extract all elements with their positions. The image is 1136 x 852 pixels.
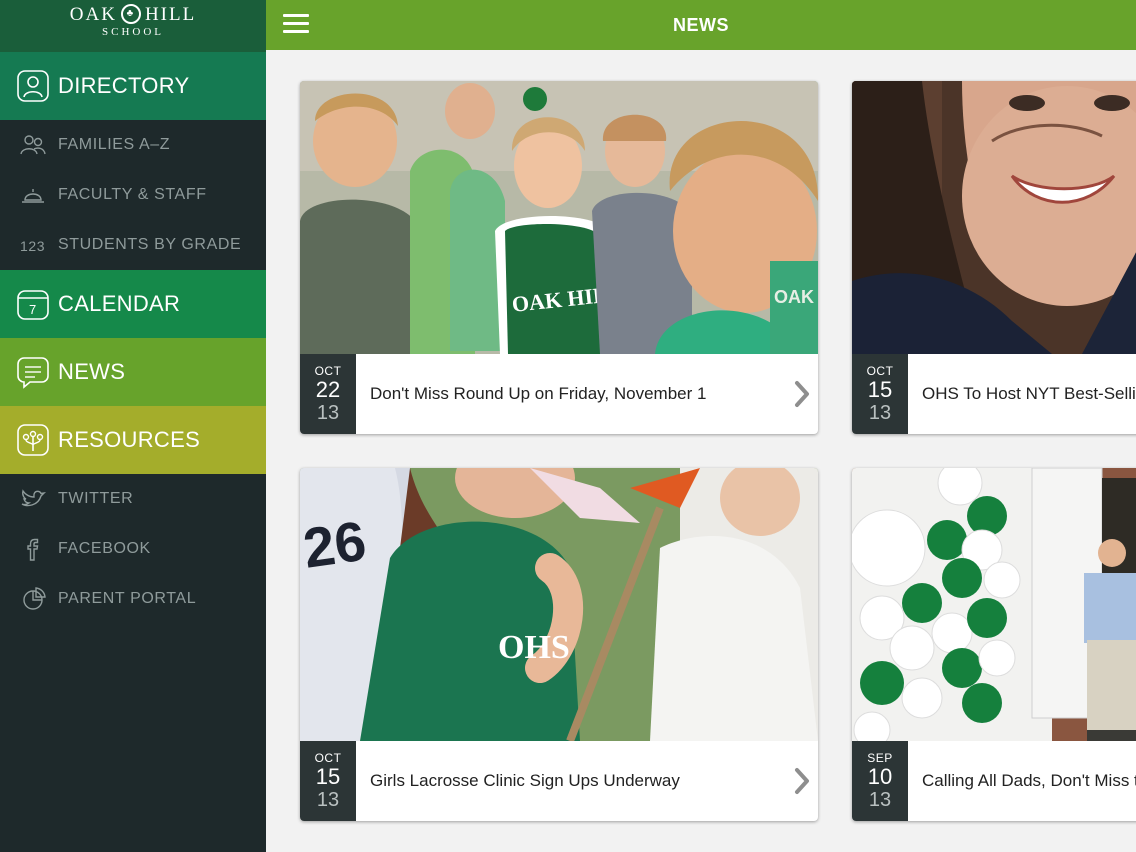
date-day: 22 [315,377,341,402]
date-day: 15 [315,764,341,789]
logo-text-left: OAK [69,3,117,25]
facebook-icon [18,534,48,564]
logo-text-right: HILL [144,3,197,25]
news-headline: Don't Miss Round Up on Friday, November … [370,383,707,403]
news-photo-balloons [852,468,1136,741]
nav-facebook-label: FACEBOOK [58,540,151,557]
person-icon [16,69,50,103]
date-badge: SEP 10 13 [852,741,908,821]
family-icon [18,130,48,160]
nav-directory[interactable]: DIRECTORY [0,52,266,120]
calendar-icon: 7 [16,287,50,321]
date-month: SEP [867,751,893,765]
numbers-123-icon: 123 [18,230,48,260]
page-title: NEWS [673,14,729,35]
sidebar: OAK ♣ HILL SCHOOL DIRECTORY FAMILIES A–Z… [0,0,266,852]
calendar-icon-number: 7 [29,302,37,317]
oak-seal-icon: ♣ [120,4,141,24]
nav-twitter-label: TWITTER [58,490,134,507]
nav-calendar-label: CALENDAR [58,291,181,316]
nav-families-label: FAMILIES A–Z [58,136,171,153]
svg-text:123: 123 [20,238,45,254]
nav-twitter[interactable]: TWITTER [0,474,266,524]
chevron-right-icon[interactable] [792,380,812,408]
news-card[interactable]: SEP 10 13 Calling All Dads, Don't Miss t… [852,468,1136,821]
sprout-icon [16,423,50,457]
date-month: OCT [314,751,342,765]
nav-families[interactable]: FAMILIES A–Z [0,120,266,170]
news-headline: Girls Lacrosse Clinic Sign Ups Underway [370,770,680,790]
portal-icon [18,584,48,614]
news-card[interactable]: OCT 15 13 OHS To Host NYT Best-Selling [852,81,1136,434]
jersey-text: OHS [498,629,570,666]
school-logo[interactable]: OAK ♣ HILL SCHOOL [0,0,266,52]
news-card[interactable]: 26 OHS OCT 15 13 Girls Lacrosse Clinic S… [300,468,818,821]
nav-resources-label: RESOURCES [58,427,201,452]
nav-students-label: STUDENTS BY GRADE [58,236,242,253]
date-year: 13 [868,789,892,811]
nav-parent-portal[interactable]: PARENT PORTAL [0,574,266,624]
nav-facebook[interactable]: FACEBOOK [0,524,266,574]
nav-news-label: NEWS [58,359,126,384]
nav-faculty-label: FACULTY & STAFF [58,186,207,203]
date-year: 13 [316,402,340,424]
twitter-icon [18,484,48,514]
date-day: 15 [867,377,893,402]
nav-students[interactable]: 123 STUDENTS BY GRADE [0,220,266,270]
news-headline: Calling All Dads, Don't Miss the Meeting… [922,770,1136,790]
date-day: 10 [867,764,893,789]
nav-news[interactable]: NEWS [0,338,266,406]
nav-calendar[interactable]: 7 CALENDAR [0,270,266,338]
nav-parent-portal-label: PARENT PORTAL [58,590,197,607]
top-bar: NEWS [266,0,1136,50]
news-headline: OHS To Host NYT Best-Selling [922,383,1136,403]
date-badge: OCT 15 13 [852,354,908,434]
news-card[interactable]: OAK HILL OAK OCT 22 13 Don't Miss Round … [300,81,818,434]
date-badge: OCT 22 13 [300,354,356,434]
hamburger-menu-icon[interactable] [283,14,309,36]
nav-resources[interactable]: RESOURCES [0,406,266,474]
main-content: NEWS OAK HILL OAK OCT 22 13 Don't Miss R… [266,0,1136,852]
nav-faculty[interactable]: FACULTY & STAFF [0,170,266,220]
speech-bubble-icon [16,355,50,389]
news-photo-lacrosse: 26 OHS [300,468,818,741]
date-month: OCT [866,364,894,378]
date-badge: OCT 15 13 [300,741,356,821]
date-year: 13 [868,402,892,424]
logo-subtitle: SCHOOL [101,26,164,38]
date-year: 13 [316,789,340,811]
news-photo-kids: OAK HILL OAK [300,81,818,354]
nav-directory-label: DIRECTORY [58,73,190,98]
chevron-right-icon[interactable] [792,767,812,795]
jersey-number: 26 [300,509,370,580]
shirt-text-oak: OAK [774,287,814,307]
desk-bell-icon [18,180,48,210]
news-photo-woman [852,81,1136,354]
date-month: OCT [314,364,342,378]
